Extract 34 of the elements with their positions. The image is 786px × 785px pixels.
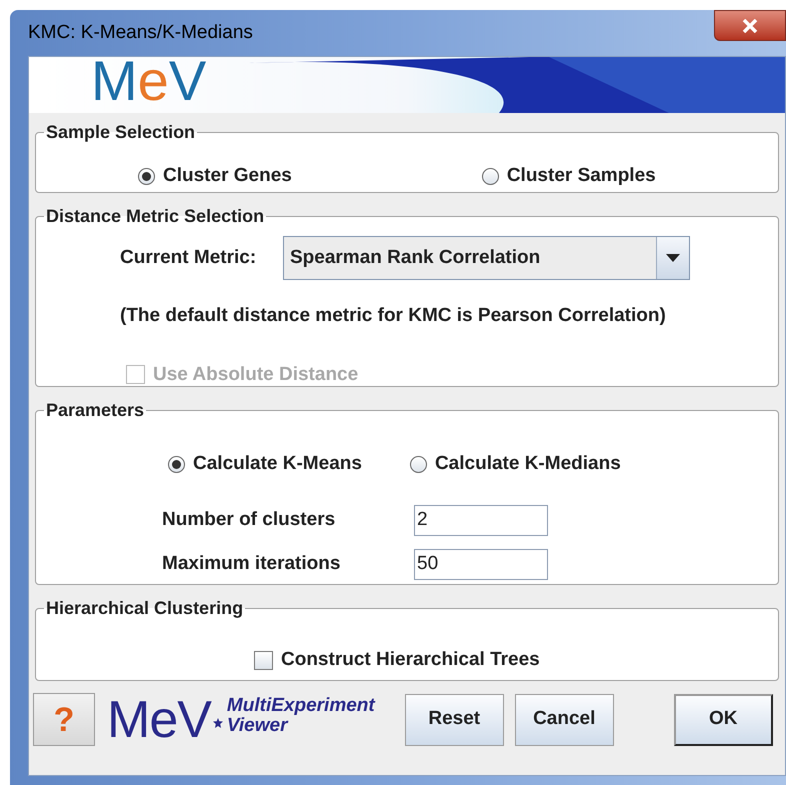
star-icon [212, 718, 223, 728]
radio-label: Cluster Samples [506, 164, 656, 188]
group-title: Hierarchical Clustering [45, 597, 244, 620]
text-field[interactable]: 2 [414, 504, 548, 536]
radio-button[interactable] [410, 456, 427, 473]
field-label: Number of clusters [162, 508, 336, 532]
radio-button[interactable] [138, 168, 155, 185]
text-field[interactable]: 50 [414, 548, 548, 580]
note-text: (The default distance metric for KMC is Pearson Correlation) [119, 304, 667, 328]
radio-label: Cluster Genes [163, 164, 292, 188]
footer-logo: MeV [107, 694, 211, 746]
radio-label: Calculate K-Means [193, 452, 362, 476]
dialog-button[interactable]: OK [674, 694, 773, 746]
close-button[interactable] [714, 10, 786, 41]
group-title: Distance Metric Selection [45, 205, 266, 228]
checkbox-label: Use Absolute Distance [153, 362, 358, 386]
radio-button[interactable] [482, 168, 499, 185]
group-title: Parameters [45, 399, 146, 422]
field-label: Maximum iterations [162, 552, 342, 576]
field-label: Current Metric: [120, 246, 258, 270]
tagline-text: MultiExperiment [226, 696, 375, 716]
checkbox[interactable] [254, 650, 273, 670]
close-icon [742, 18, 758, 32]
metric-dropdown[interactable]: Spearman Rank Correlation [283, 236, 690, 280]
tagline-text: Viewer [226, 716, 288, 736]
caret-icon [666, 254, 680, 262]
radio-button[interactable] [168, 456, 185, 473]
dialog-button[interactable]: Reset [404, 694, 504, 746]
checkbox-label: Construct Hierarchical Trees [281, 648, 540, 672]
banner-logo: MeV [91, 57, 208, 109]
group-title: Sample Selection [45, 121, 196, 144]
window-title: KMC: K-Means/K-Medians [28, 20, 253, 45]
radio-label: Calculate K-Medians [434, 452, 621, 476]
dialog-button[interactable]: Cancel [514, 694, 614, 746]
